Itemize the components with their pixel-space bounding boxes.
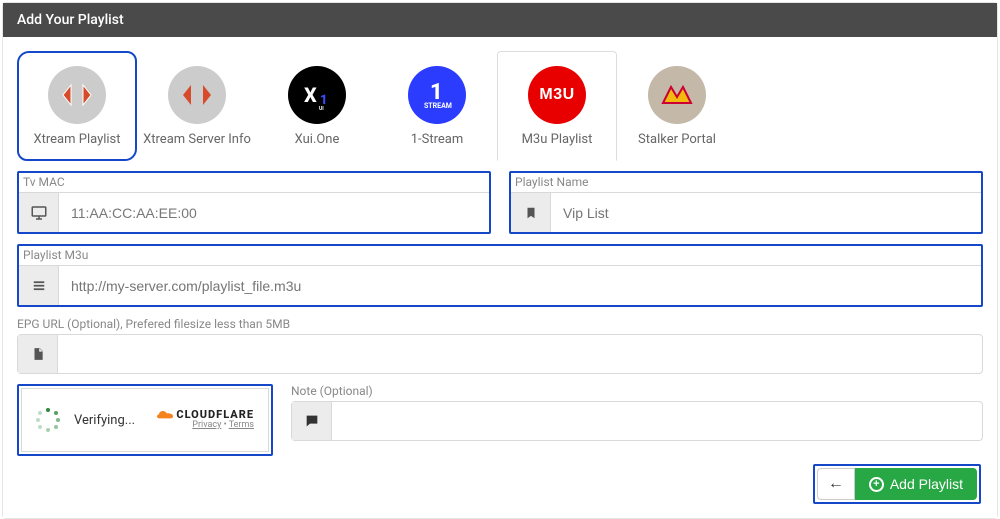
playlist-name-input[interactable] [551, 193, 981, 232]
note-input[interactable] [332, 402, 982, 440]
svg-text:X: X [304, 83, 317, 107]
tab-label: Xui.One [295, 132, 340, 147]
comment-icon [292, 402, 332, 440]
tab-label: Xtream Server Info [143, 132, 251, 147]
tvmac-wrap: Tv MAC [17, 171, 491, 234]
tab-label: Xtream Playlist [33, 132, 120, 147]
playlist-m3u-label: Playlist M3u [19, 246, 981, 262]
add-playlist-button[interactable]: + Add Playlist [855, 468, 977, 500]
panel-title: Add Your Playlist [3, 3, 997, 37]
onestream-icon: 1STREAM [408, 66, 466, 124]
spinner-icon [36, 408, 60, 432]
panel-body: Xtream Playlist Xtream Server Info X1UI … [3, 37, 997, 518]
cloudflare-captcha[interactable]: Verifying... CLOUDFLARE Privacy • Terms [21, 388, 269, 452]
footer-actions-wrap: ← + Add Playlist [813, 464, 981, 504]
add-playlist-panel: Add Your Playlist Xtream Playlist Xtream… [2, 2, 998, 519]
captcha-status: Verifying... [74, 413, 135, 428]
xtream-icon [48, 66, 106, 124]
arrow-left-icon: ← [828, 475, 844, 493]
tab-xuione[interactable]: X1UI Xui.One [257, 51, 377, 161]
playlist-m3u-wrap: Playlist M3u [17, 244, 983, 307]
epg-input[interactable] [58, 335, 982, 373]
svg-text:UI: UI [319, 106, 324, 112]
tab-xtream-playlist[interactable]: Xtream Playlist [17, 51, 137, 161]
bookmark-icon [511, 193, 551, 232]
note-label: Note (Optional) [291, 384, 983, 398]
plus-circle-icon: + [869, 477, 884, 492]
back-button[interactable]: ← [817, 468, 855, 500]
terms-link[interactable]: Terms [229, 420, 254, 430]
tvmac-label: Tv MAC [19, 173, 489, 189]
privacy-link[interactable]: Privacy [192, 420, 221, 430]
svg-text:STREAM: STREAM [424, 102, 452, 110]
tab-stalker-portal[interactable]: Stalker Portal [617, 51, 737, 161]
stalker-icon [648, 66, 706, 124]
playlist-type-tabs: Xtream Playlist Xtream Server Info X1UI … [17, 51, 983, 161]
tab-label: 1-Stream [411, 132, 464, 147]
epg-label: EPG URL (Optional), Prefered filesize le… [17, 317, 983, 331]
tab-m3u-playlist[interactable]: M3U M3u Playlist [497, 51, 617, 161]
tab-xtream-server-info[interactable]: Xtream Server Info [137, 51, 257, 161]
tab-label: M3u Playlist [522, 132, 593, 147]
m3u-icon: M3U [528, 66, 586, 124]
add-playlist-label: Add Playlist [890, 476, 963, 492]
monitor-icon [19, 193, 59, 232]
tab-label: Stalker Portal [638, 132, 716, 147]
tvmac-input[interactable] [59, 193, 489, 232]
xtream-icon [168, 66, 226, 124]
list-icon [19, 266, 59, 305]
playlist-m3u-input[interactable] [59, 266, 981, 305]
xuione-icon: X1UI [288, 66, 346, 124]
cloudflare-brand: CLOUDFLARE Privacy • Terms [157, 409, 254, 431]
playlist-name-wrap: Playlist Name [509, 171, 983, 234]
playlist-name-label: Playlist Name [511, 173, 981, 189]
tab-1stream[interactable]: 1STREAM 1-Stream [377, 51, 497, 161]
file-icon [18, 335, 58, 373]
captcha-wrap: Verifying... CLOUDFLARE Privacy • Terms [17, 384, 273, 456]
